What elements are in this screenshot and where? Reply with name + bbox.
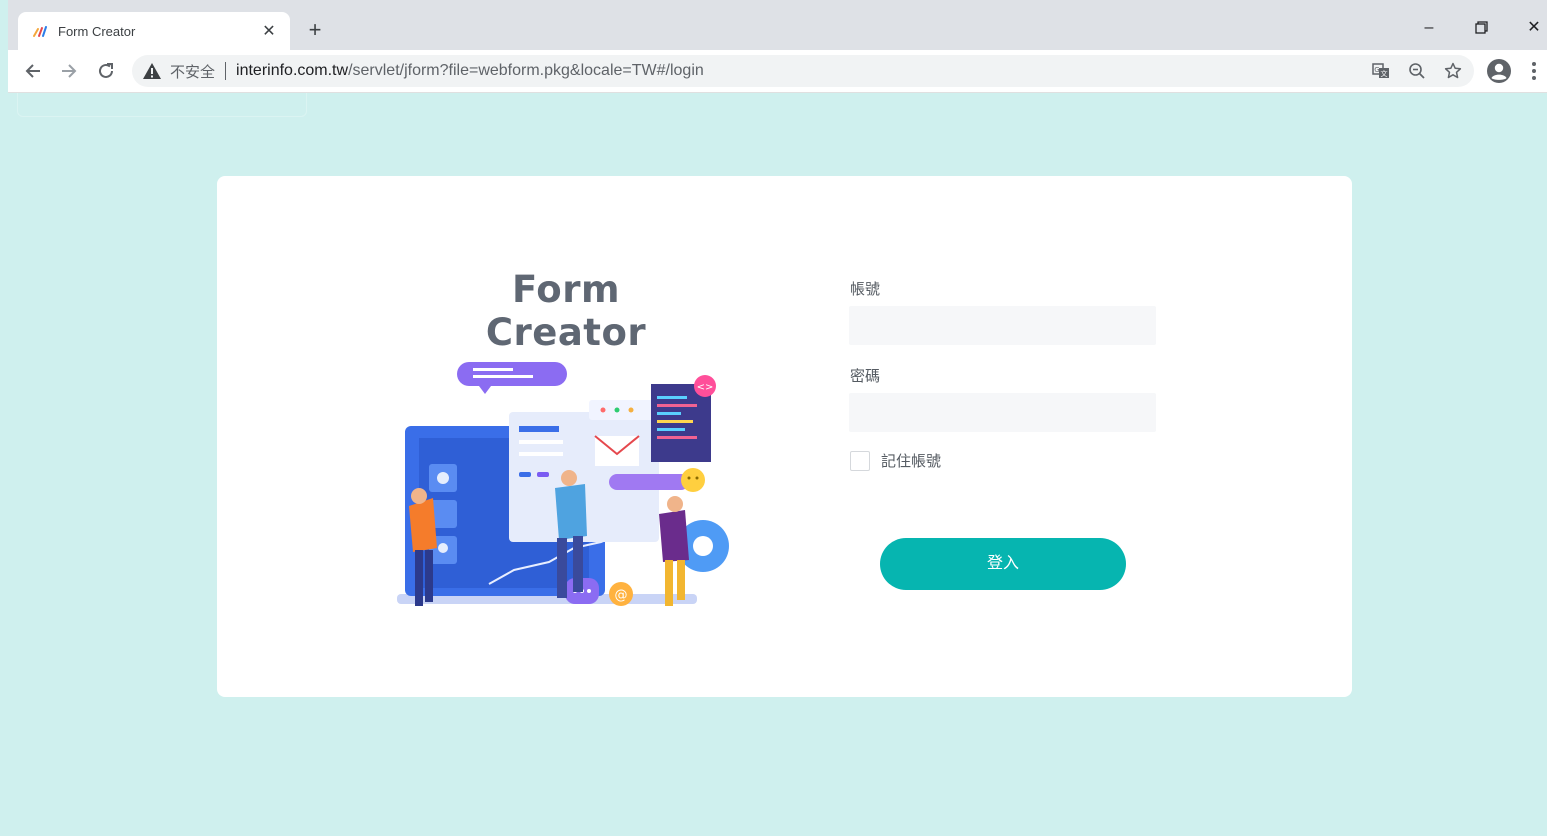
page-left-strip — [0, 0, 8, 836]
minimize-icon[interactable]: – — [1409, 14, 1449, 42]
tab-strip: Form Creator ✕ + – ✕ — [8, 0, 1547, 50]
svg-text:<>: <> — [697, 382, 714, 393]
hero-illustration: <> @ — [397, 362, 729, 606]
brand-title: Form Creator — [485, 268, 647, 354]
browser-chrome: Form Creator ✕ + – ✕ 不安全 interinfo.com.t… — [8, 0, 1547, 93]
login-button[interactable]: 登入 — [880, 538, 1126, 590]
reload-icon[interactable] — [92, 58, 120, 84]
omnibox-actions: 文G — [1370, 55, 1474, 87]
browser-tab[interactable]: Form Creator ✕ — [18, 12, 290, 50]
plus-icon[interactable]: + — [304, 18, 326, 42]
forward-icon[interactable] — [55, 58, 83, 84]
account-input[interactable] — [849, 306, 1156, 345]
browser-toolbar: 不安全 interinfo.com.tw/servlet/jform?file=… — [8, 50, 1547, 93]
profile-icon[interactable] — [1485, 57, 1513, 85]
warning-icon — [143, 63, 161, 79]
tab-title: Form Creator — [58, 23, 136, 39]
svg-text:文: 文 — [1381, 69, 1388, 78]
ghost-overlay — [17, 93, 307, 117]
address-bar[interactable]: 不安全 interinfo.com.tw/servlet/jform?file=… — [132, 55, 1474, 87]
app-favicon — [33, 26, 47, 37]
svg-text:@: @ — [615, 588, 628, 603]
url-path: /servlet/jform?file=webform.pkg&locale=T… — [348, 62, 704, 79]
password-label: 密碼 — [850, 368, 881, 385]
address-separator — [225, 62, 227, 80]
remember-label: 記住帳號 — [881, 453, 942, 470]
svg-text:G: G — [1374, 66, 1379, 74]
remember-account[interactable]: 記住帳號 — [850, 450, 941, 471]
password-input[interactable] — [849, 393, 1156, 432]
account-label: 帳號 — [850, 281, 881, 298]
close-icon[interactable]: ✕ — [260, 21, 278, 41]
back-icon[interactable] — [19, 58, 47, 84]
zoom-out-icon[interactable] — [1406, 60, 1428, 82]
security-status[interactable]: 不安全 — [170, 61, 215, 82]
star-icon[interactable] — [1442, 60, 1464, 82]
restore-icon[interactable] — [1461, 14, 1501, 42]
more-vert-icon[interactable] — [1526, 59, 1542, 83]
url-host: interinfo.com.tw — [236, 62, 349, 79]
translate-icon[interactable]: 文G — [1370, 60, 1392, 82]
login-card: Form Creator <> @ 帳號 密碼 記住帳號 登入 — [217, 176, 1352, 697]
window-close-icon[interactable]: ✕ — [1514, 14, 1547, 42]
remember-checkbox[interactable] — [850, 450, 870, 471]
